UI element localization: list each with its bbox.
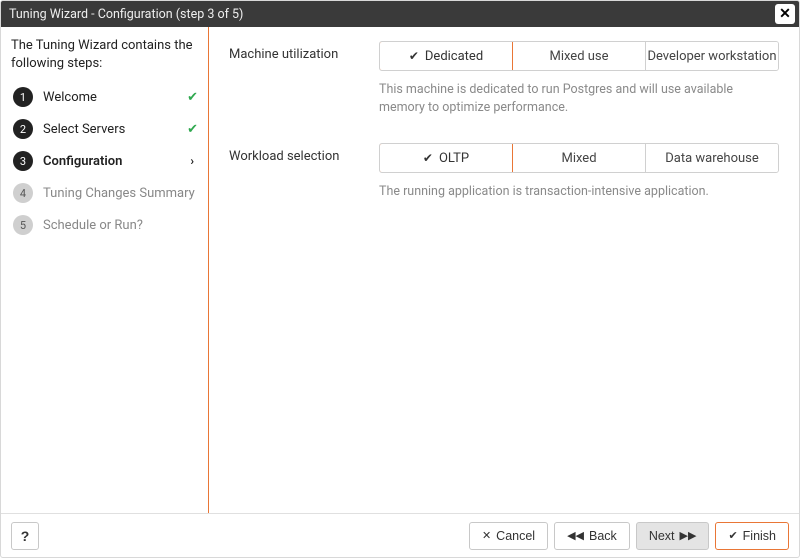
next-button[interactable]: Next ▶▶ — [636, 522, 710, 550]
button-label: Cancel — [496, 529, 535, 543]
forward-icon: ▶▶ — [680, 529, 697, 542]
workload-selection-label: Workload selection — [229, 143, 379, 164]
window-title: Tuning Wizard - Configuration (step 3 of… — [9, 7, 243, 22]
rewind-icon: ◀◀ — [567, 529, 584, 542]
option-label: Data warehouse — [665, 151, 759, 166]
finish-button[interactable]: ✔ Finish — [715, 522, 789, 550]
machine-helper-text: This machine is dedicated to run Postgre… — [379, 81, 779, 117]
step-welcome[interactable]: 1 Welcome ✔ — [11, 81, 200, 113]
titlebar: Tuning Wizard - Configuration (step 3 of… — [1, 1, 799, 27]
step-select-servers[interactable]: 2 Select Servers ✔ — [11, 113, 200, 145]
close-icon: ✕ — [482, 529, 491, 542]
workload-option-data-warehouse[interactable]: Data warehouse — [645, 144, 778, 172]
button-label: Back — [589, 529, 617, 543]
sidebar-intro: The Tuning Wizard contains the following… — [11, 37, 200, 73]
button-label: Finish — [743, 529, 776, 543]
step-schedule-or-run: 5 Schedule or Run? — [11, 209, 200, 241]
workload-option-oltp[interactable]: ✔ OLTP — [379, 143, 513, 173]
help-button[interactable]: ? — [11, 522, 39, 550]
option-label: Developer workstation — [647, 49, 776, 64]
step-number: 5 — [13, 215, 33, 235]
step-label: Configuration — [43, 154, 198, 169]
step-label: Welcome — [43, 90, 181, 105]
help-icon: ? — [21, 528, 30, 544]
step-tuning-summary: 4 Tuning Changes Summary — [11, 177, 200, 209]
machine-option-developer[interactable]: Developer workstation — [645, 42, 778, 70]
machine-utilization-group: ✔ Dedicated Mixed use Developer workstat… — [379, 41, 779, 71]
step-configuration[interactable]: 3 Configuration › — [11, 145, 200, 177]
main-panel: Machine utilization ✔ Dedicated Mixed us… — [209, 27, 799, 513]
cancel-button[interactable]: ✕ Cancel — [469, 522, 548, 550]
option-label: Dedicated — [425, 49, 483, 64]
step-number: 4 — [13, 183, 33, 203]
step-number: 3 — [13, 151, 33, 171]
step-label: Select Servers — [43, 122, 181, 137]
option-label: Mixed — [561, 151, 596, 166]
machine-option-mixed-use[interactable]: Mixed use — [512, 42, 645, 70]
button-label: Next — [649, 529, 675, 543]
option-label: OLTP — [439, 151, 469, 166]
workload-helper-text: The running application is transaction-i… — [379, 183, 779, 201]
check-icon: ✔ — [187, 90, 198, 105]
chevron-right-icon: › — [190, 154, 194, 168]
machine-utilization-label: Machine utilization — [229, 41, 379, 62]
check-icon: ✔ — [187, 122, 198, 137]
workload-option-mixed[interactable]: Mixed — [512, 144, 645, 172]
check-icon: ✔ — [728, 529, 737, 542]
wizard-sidebar: The Tuning Wizard contains the following… — [1, 27, 209, 513]
machine-option-dedicated[interactable]: ✔ Dedicated — [379, 41, 513, 71]
workload-selection-group: ✔ OLTP Mixed Data warehouse — [379, 143, 779, 173]
close-button[interactable]: ✕ — [775, 4, 795, 24]
footer: ? ✕ Cancel ◀◀ Back Next ▶▶ ✔ Finish — [1, 513, 799, 557]
check-icon: ✔ — [423, 151, 433, 165]
step-number: 1 — [13, 87, 33, 107]
step-number: 2 — [13, 119, 33, 139]
option-label: Mixed use — [549, 49, 608, 64]
step-label: Tuning Changes Summary — [43, 186, 198, 201]
step-label: Schedule or Run? — [43, 218, 198, 233]
step-list: 1 Welcome ✔ 2 Select Servers ✔ 3 Configu… — [11, 81, 200, 241]
check-icon: ✔ — [409, 49, 419, 63]
close-icon: ✕ — [779, 6, 791, 22]
back-button[interactable]: ◀◀ Back — [554, 522, 630, 550]
